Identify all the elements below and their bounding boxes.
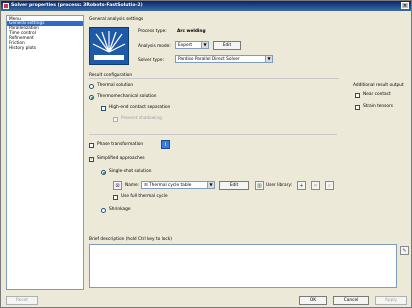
divider <box>89 134 337 135</box>
phase-transformation-checkbox[interactable] <box>89 143 94 148</box>
brief-description-label: Brief description (hold Ctrl key to lock… <box>89 237 172 242</box>
thermal-cycle-edit-button[interactable]: Edit <box>219 181 249 190</box>
phase-transformation-label: Phase transformation <box>97 142 144 147</box>
close-button[interactable]: × <box>401 2 409 9</box>
additional-output-heading: Additional result output <box>353 83 404 88</box>
shrinkage-radio[interactable] <box>101 208 106 213</box>
dropdown-arrow-icon: ▼ <box>207 182 214 188</box>
divider <box>89 78 339 79</box>
simplified-approaches-checkbox[interactable] <box>89 156 94 162</box>
window-title: Solver properties (process: 3Robots-Fast… <box>11 3 143 8</box>
app-icon <box>3 3 9 9</box>
thermal-cycle-value: Thermal cycle table <box>148 183 192 188</box>
ok-button[interactable]: OK <box>299 296 327 305</box>
thermomechanical-solution-label: Thermomechanical solution <box>97 94 157 99</box>
single-shot-label: Single-shot solution <box>109 169 152 174</box>
delete-icon[interactable]: ✕ <box>311 181 320 190</box>
table-icon: ⊠ <box>113 181 122 190</box>
thermal-solution-radio[interactable] <box>89 84 94 89</box>
analysis-mode-value: Expert <box>178 43 193 48</box>
strain-tensors-checkbox[interactable] <box>355 105 360 110</box>
sidebar-item-history-plots[interactable]: History plots <box>7 46 83 51</box>
title-bar: Solver properties (process: 3Robots-Fast… <box>1 1 411 11</box>
reset-button[interactable]: Reset <box>6 296 38 305</box>
high-end-contact-checkbox[interactable] <box>101 106 106 111</box>
cancel-button[interactable]: Cancel <box>333 296 369 305</box>
analysis-mode-label: Analysis mode: <box>138 44 171 49</box>
thermomechanical-solution-radio[interactable] <box>89 95 94 100</box>
process-type-label: Process type: <box>138 29 167 34</box>
name-label: Name: <box>125 183 140 188</box>
prevent-shadowing-label: Prevent shadowing <box>121 116 162 121</box>
solver-type-select[interactable]: Pardiso Parallel Direct Solver ▼ <box>175 55 273 63</box>
search-icon[interactable]: ⌕ <box>325 181 334 190</box>
thermal-solution-label: Thermal solution <box>97 83 134 88</box>
menu-panel: Menu General settings Parallelization Ti… <box>6 15 84 290</box>
high-end-contact-label: High-end contact separation <box>109 105 171 110</box>
solver-type-label: Solver type: <box>138 58 164 63</box>
process-type-value: Arc welding <box>177 29 206 34</box>
user-library-label: User library: <box>266 183 293 188</box>
dropdown-arrow-icon: ▼ <box>201 42 208 48</box>
dropdown-arrow-icon: ▼ <box>265 56 272 62</box>
analysis-mode-edit-button[interactable]: Edit <box>213 41 241 50</box>
general-settings-heading: General analysis settings <box>89 17 144 22</box>
apply-button[interactable]: Apply <box>375 296 407 305</box>
analysis-mode-select[interactable]: Expert ▼ <box>175 41 209 49</box>
use-full-thermal-cycle-label: Use full thermal cycle <box>121 194 168 199</box>
info-icon[interactable]: i <box>161 140 170 149</box>
shrinkage-label: Shrinkage <box>109 207 131 212</box>
library-icon: ▥ <box>255 181 264 190</box>
solver-properties-window: Solver properties (process: 3Robots-Fast… <box>0 0 412 308</box>
welding-icon <box>89 27 129 65</box>
solver-type-value: Pardiso Parallel Direct Solver <box>178 57 240 62</box>
simplified-approaches-label: Simplified approaches <box>97 156 145 161</box>
single-shot-radio[interactable] <box>101 170 106 175</box>
thermal-cycle-select[interactable]: ⊠ Thermal cycle table ▼ <box>141 181 215 189</box>
prevent-shadowing-checkbox[interactable] <box>113 117 118 122</box>
use-full-thermal-cycle-checkbox[interactable] <box>113 195 118 200</box>
strain-tensors-label: Strain tensors <box>363 104 394 109</box>
edit-description-icon[interactable]: ✎ <box>400 246 409 255</box>
brief-description-field[interactable] <box>89 244 397 288</box>
add-icon[interactable]: + <box>297 181 306 190</box>
near-contact-label: Near contact <box>363 92 391 97</box>
near-contact-checkbox[interactable] <box>355 93 360 98</box>
